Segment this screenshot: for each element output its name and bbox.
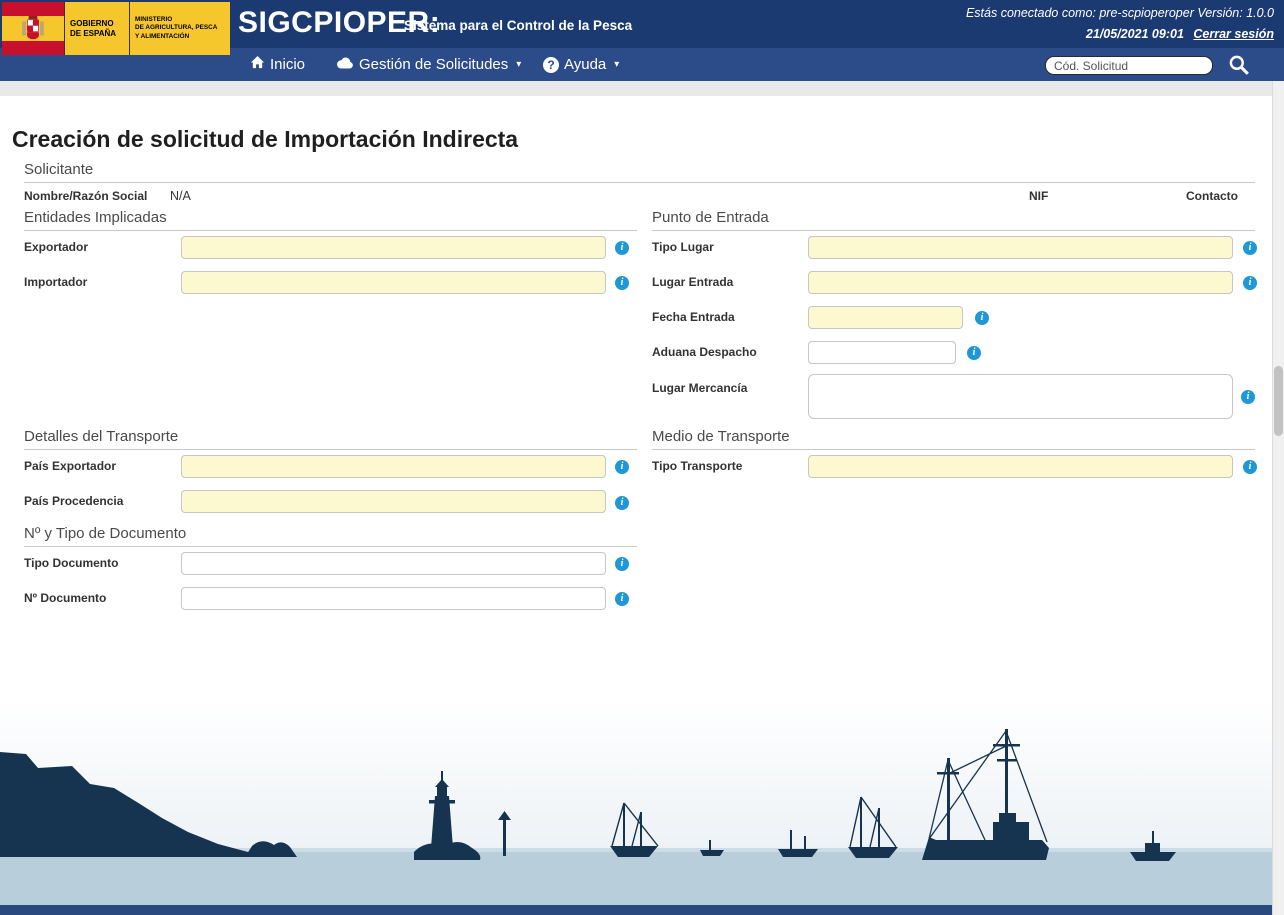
gobierno-line2: DE ESPAÑA bbox=[70, 28, 117, 38]
spain-flag-icon bbox=[2, 2, 64, 55]
nav-item-ayuda[interactable]: ? Ayuda ▾ bbox=[543, 48, 619, 81]
logout-link[interactable]: Cerrar sesión bbox=[1193, 27, 1274, 41]
vertical-scrollbar[interactable] bbox=[1272, 81, 1284, 915]
home-icon bbox=[250, 55, 265, 74]
exportador-info-icon[interactable]: i bbox=[615, 241, 629, 255]
pais-procedencia-info-icon[interactable]: i bbox=[615, 496, 629, 510]
importador-info-icon[interactable]: i bbox=[615, 276, 629, 290]
pais-exportador-input[interactable] bbox=[181, 455, 606, 478]
lugar-entrada-info-icon[interactable]: i bbox=[1243, 276, 1257, 290]
tipo-transporte-info-icon[interactable]: i bbox=[1243, 460, 1257, 474]
ministerio-line3: Y ALIMENTACIÓN bbox=[135, 32, 190, 40]
search-icon[interactable] bbox=[1228, 54, 1250, 76]
nombre-razon-social-label: Nombre/Razón Social bbox=[24, 189, 148, 203]
coastal-harbor-illustration bbox=[0, 700, 1284, 915]
fecha-entrada-label: Fecha Entrada bbox=[652, 310, 735, 324]
page: GOBIERNO DE ESPAÑA MINISTERIO DE AGRICUL… bbox=[0, 0, 1284, 915]
gobierno-label: GOBIERNO DE ESPAÑA bbox=[65, 2, 129, 55]
gobierno-espana-logo: GOBIERNO DE ESPAÑA MINISTERIO DE AGRICUL… bbox=[2, 2, 230, 55]
lugar-mercancia-label: Lugar Mercancía bbox=[652, 381, 748, 395]
pais-procedencia-input[interactable] bbox=[181, 490, 606, 513]
ministerio-line2: DE AGRICULTURA, PESCA bbox=[135, 24, 218, 32]
header-divider-strip bbox=[0, 81, 1284, 96]
section-documento: Nº y Tipo de Documento bbox=[24, 525, 637, 547]
nav-item-inicio[interactable]: Inicio bbox=[250, 48, 305, 81]
ministerio-label: MINISTERIO DE AGRICULTURA, PESCA Y ALIME… bbox=[130, 2, 228, 55]
tipo-lugar-info-icon[interactable]: i bbox=[1243, 241, 1257, 255]
nav-label-ayuda: Ayuda bbox=[564, 56, 607, 73]
exportador-input[interactable] bbox=[181, 236, 606, 259]
search-input[interactable] bbox=[1045, 56, 1213, 75]
session-info: Estás conectado como: pre-scpioperoper V… bbox=[965, 6, 1274, 20]
pais-exportador-info-icon[interactable]: i bbox=[615, 460, 629, 474]
pais-procedencia-label: País Procedencia bbox=[24, 494, 124, 508]
pais-exportador-label: País Exportador bbox=[24, 459, 117, 473]
importador-label: Importador bbox=[24, 275, 88, 289]
tipo-lugar-label: Tipo Lugar bbox=[652, 240, 714, 254]
tipo-documento-info-icon[interactable]: i bbox=[615, 557, 629, 571]
section-medio-transporte: Medio de Transporte bbox=[652, 428, 1255, 450]
section-punto-de-entrada: Punto de Entrada bbox=[652, 209, 1255, 231]
section-entidades-implicadas: Entidades Implicadas bbox=[24, 209, 637, 231]
exportador-label: Exportador bbox=[24, 240, 89, 254]
session-datetime: 21/05/2021 09:01 bbox=[1085, 27, 1184, 41]
numero-documento-label: Nº Documento bbox=[24, 591, 107, 605]
tipo-lugar-input[interactable] bbox=[808, 236, 1233, 259]
section-solicitante: Solicitante bbox=[24, 161, 1255, 183]
numero-documento-input[interactable] bbox=[181, 587, 606, 610]
chevron-down-icon: ▾ bbox=[516, 59, 522, 70]
cloud-icon bbox=[335, 56, 354, 73]
fecha-entrada-info-icon[interactable]: i bbox=[975, 311, 989, 325]
chevron-down-icon: ▾ bbox=[614, 59, 620, 70]
importador-input[interactable] bbox=[181, 271, 606, 294]
coat-of-arms-icon bbox=[22, 15, 44, 39]
nif-label: NIF bbox=[1029, 189, 1049, 203]
aduana-despacho-input[interactable] bbox=[808, 341, 956, 364]
session-datetime-row: 21/05/2021 09:01 Cerrar sesión bbox=[1086, 27, 1274, 41]
app-subtitle: Sistema para el Control de la Pesca bbox=[404, 18, 633, 33]
tipo-transporte-label: Tipo Transporte bbox=[652, 459, 743, 473]
page-title: Creación de solicitud de Importación Ind… bbox=[12, 126, 519, 152]
lugar-mercancia-info-icon[interactable]: i bbox=[1241, 390, 1255, 404]
lugar-entrada-input[interactable] bbox=[808, 271, 1233, 294]
gobierno-line1: GOBIERNO bbox=[70, 18, 114, 28]
scrollbar-thumb[interactable] bbox=[1274, 366, 1283, 436]
ministerio-line1: MINISTERIO bbox=[135, 16, 173, 23]
nav-label-inicio: Inicio bbox=[270, 56, 306, 73]
aduana-despacho-label: Aduana Despacho bbox=[652, 345, 757, 359]
nav-item-gestion-solicitudes[interactable]: Gestión de Solicitudes ▾ bbox=[335, 48, 521, 81]
fecha-entrada-input[interactable] bbox=[808, 306, 963, 329]
tipo-transporte-input[interactable] bbox=[808, 455, 1233, 478]
contacto-label: Contacto bbox=[1186, 189, 1238, 203]
lugar-entrada-label: Lugar Entrada bbox=[652, 275, 734, 289]
tipo-documento-input[interactable] bbox=[181, 552, 606, 575]
nombre-razon-social-value: N/A bbox=[170, 189, 191, 203]
nav-label-gestion: Gestión de Solicitudes bbox=[359, 56, 509, 73]
help-icon: ? bbox=[543, 56, 559, 73]
tipo-documento-label: Tipo Documento bbox=[24, 556, 119, 570]
section-detalles-transporte: Detalles del Transporte bbox=[24, 428, 637, 450]
aduana-despacho-info-icon[interactable]: i bbox=[967, 346, 981, 360]
lugar-mercancia-textarea[interactable] bbox=[808, 374, 1233, 419]
numero-documento-info-icon[interactable]: i bbox=[615, 592, 629, 606]
